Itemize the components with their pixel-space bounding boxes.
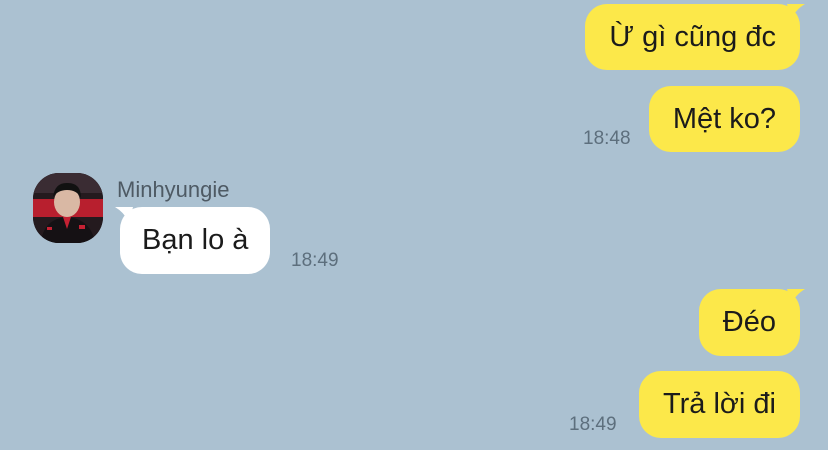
contact-avatar[interactable]: [33, 173, 103, 243]
message-bubble-outgoing[interactable]: Đéo: [698, 289, 800, 356]
message-text: Mệt ko?: [672, 103, 776, 135]
bubble-tail-icon: [787, 289, 805, 305]
message-timestamp: 18:48: [583, 128, 631, 149]
sender-name: Minhyungie: [117, 177, 230, 202]
message-bubble-outgoing[interactable]: Trả lời đi: [638, 371, 800, 438]
bubble-tail-icon: [787, 4, 805, 20]
message-text: Đéo: [722, 306, 776, 338]
message-bubble-outgoing[interactable]: Ừ gì cũng đc: [585, 4, 800, 70]
message-bubble-incoming[interactable]: Bạn lo à: [120, 207, 271, 274]
message-text: Bạn lo à: [142, 224, 249, 256]
profile-photo-icon: [33, 173, 103, 243]
message-bubble-outgoing[interactable]: Mệt ko?: [648, 86, 800, 152]
message-text: Ừ gì cũng đc: [609, 21, 776, 53]
message-timestamp: 18:49: [291, 250, 339, 271]
message-timestamp: 18:49: [569, 414, 617, 435]
message-text: Trả lời đi: [662, 388, 776, 420]
